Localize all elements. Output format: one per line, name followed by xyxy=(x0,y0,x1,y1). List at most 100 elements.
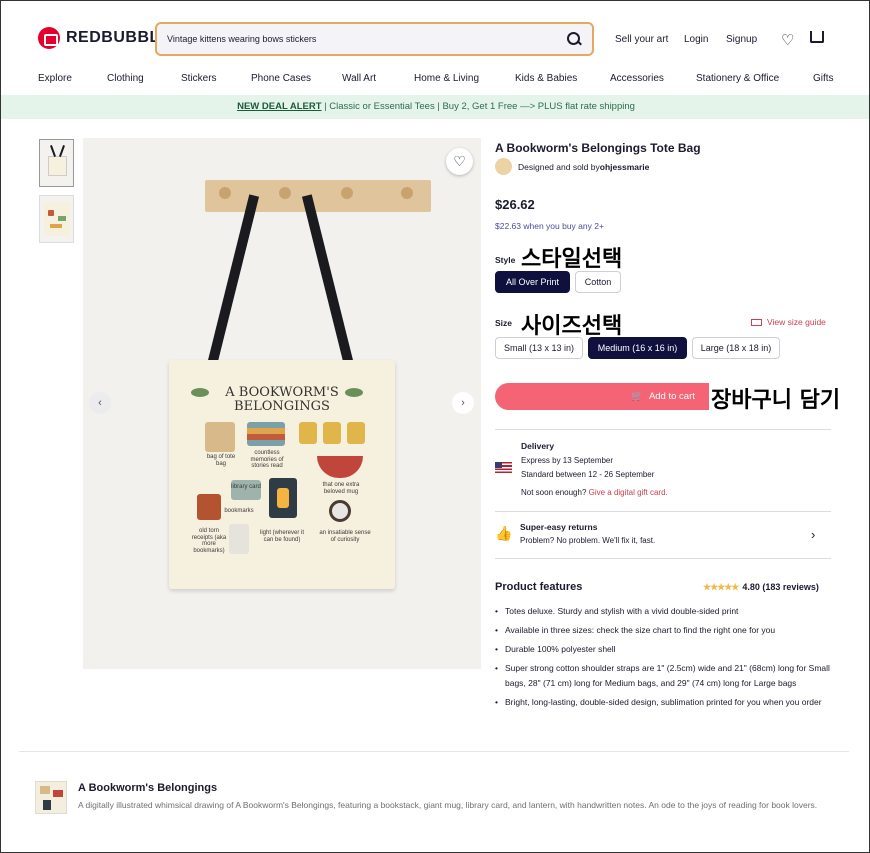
features-title: Product features xyxy=(495,581,583,593)
delivery-express: Express by 13 September xyxy=(521,456,614,465)
search-icon[interactable] xyxy=(566,31,582,47)
rating[interactable]: ★★★★★ 4.80 (183 reviews) xyxy=(703,582,819,593)
style-annotation: 스타일선택 xyxy=(521,247,623,272)
label-bag: bag of tote bag xyxy=(206,454,236,467)
style-option-cotton[interactable]: Cotton xyxy=(575,271,621,293)
size-option-small[interactable]: Small (13 x 13 in) xyxy=(495,337,583,359)
nav-phone-cases[interactable]: Phone Cases xyxy=(251,73,311,84)
size-option-large[interactable]: Large (18 x 18 in) xyxy=(692,337,780,359)
magnifier-icon xyxy=(329,500,351,522)
size-label: Size xyxy=(495,318,513,328)
seller-name[interactable]: ohjessmarie xyxy=(600,162,650,172)
design-title[interactable]: A Bookworm's Belongings xyxy=(78,782,217,794)
label-library: library card xyxy=(231,484,261,490)
feature-item: Totes deluxe. Sturdy and stylish with a … xyxy=(495,604,835,619)
mug-icon xyxy=(317,456,363,478)
label-curiosity: an insatiable sense of curiosity xyxy=(319,530,371,543)
size-option-medium[interactable]: Medium (16 x 16 in) xyxy=(588,337,687,359)
price: $26.62 xyxy=(495,197,535,212)
nav-gifts[interactable]: Gifts xyxy=(813,73,834,84)
chevron-right-icon[interactable]: › xyxy=(811,527,815,542)
jar-icon xyxy=(347,422,365,444)
jar-icon xyxy=(299,422,317,444)
tote-bag-icon xyxy=(205,422,235,452)
seller-avatar[interactable] xyxy=(495,158,512,175)
category-nav: Explore Clothing Stickers Phone Cases Wa… xyxy=(1,73,869,91)
delivery-not-soon: Not soon enough? xyxy=(521,488,589,497)
divider xyxy=(495,511,831,512)
product-title: A Bookworm's Belongings Tote Bag xyxy=(495,141,701,155)
divider xyxy=(495,429,831,430)
thumbnail-tote[interactable] xyxy=(39,139,74,187)
thumbnail-list xyxy=(39,139,74,251)
size-guide-link[interactable]: View size guide xyxy=(751,317,826,327)
bag-strap xyxy=(301,194,355,367)
label-memories: countless memories of stories read xyxy=(250,450,284,469)
artwork-title-line2: BELONGINGS xyxy=(234,399,330,414)
deal-banner: NEW DEAL ALERT | Classic or Essential Te… xyxy=(1,95,869,119)
sell-your-art-link[interactable]: Sell your art xyxy=(615,34,668,45)
tote-bag: A BOOKWORM'S BELONGINGS bag of tote bag … xyxy=(169,360,395,589)
label-mug: that one extra beloved mug xyxy=(322,482,360,495)
search-input[interactable] xyxy=(167,34,566,44)
feature-item: Super strong cotton shoulder straps are … xyxy=(495,661,835,691)
section-divider xyxy=(19,751,849,752)
returns-title: Super-easy returns xyxy=(520,522,598,532)
delivery-standard: Standard between 12 - 26 September xyxy=(521,470,655,479)
design-thumbnail[interactable] xyxy=(35,781,67,814)
gift-card-link[interactable]: Give a digital gift card. xyxy=(589,488,668,497)
nav-stickers[interactable]: Stickers xyxy=(181,73,217,84)
rack-peg xyxy=(219,187,231,199)
favorite-heart-icon[interactable]: ♡ xyxy=(446,148,473,175)
bag-strap xyxy=(206,194,260,367)
style-option-all-over-print[interactable]: All Over Print xyxy=(495,271,570,293)
bulk-price: $22.63 when you buy any 2+ xyxy=(495,221,604,231)
nav-kids-babies[interactable]: Kids & Babies xyxy=(515,73,577,84)
seller-info: Designed and sold by ohjessmarie xyxy=(495,158,649,175)
receipt-icon xyxy=(229,524,249,554)
feature-item: Durable 100% polyester shell xyxy=(495,642,835,657)
label-receipts: old torn receipts (aka more bookmarks) xyxy=(191,528,227,554)
rack-peg xyxy=(401,187,413,199)
features-list: Totes deluxe. Sturdy and stylish with a … xyxy=(495,604,835,714)
returns-info[interactable]: Super-easy returns Problem? No problem. … xyxy=(520,522,655,545)
book-stack-icon xyxy=(247,422,285,446)
feature-item: Available in three sizes: check the size… xyxy=(495,623,835,638)
logo[interactable]: REDBUBBLE xyxy=(38,27,171,49)
nav-clothing[interactable]: Clothing xyxy=(107,73,144,84)
search-bar[interactable] xyxy=(155,22,594,56)
nav-home-living[interactable]: Home & Living xyxy=(414,73,479,84)
thumbnail-design[interactable] xyxy=(39,195,74,243)
next-image-arrow-icon[interactable]: › xyxy=(452,392,474,414)
nav-stationery-office[interactable]: Stationery & Office xyxy=(696,73,779,84)
product-image: ♡ ‹ › A BOOKWORM'S BELONGINGS bag of tot… xyxy=(83,138,481,669)
signup-link[interactable]: Signup xyxy=(726,34,757,45)
seller-prefix: Designed and sold by xyxy=(518,161,600,172)
nav-accessories[interactable]: Accessories xyxy=(610,73,664,84)
deal-text: | Classic or Essential Tees | Buy 2, Get… xyxy=(321,101,635,112)
cart-icon[interactable] xyxy=(810,31,824,43)
delivery-title: Delivery xyxy=(521,441,555,451)
thumbs-up-icon: 👍 xyxy=(495,525,513,541)
feature-item: Bright, long-lasting, double-sided desig… xyxy=(495,695,835,710)
nav-wall-art[interactable]: Wall Art xyxy=(342,73,376,84)
nav-explore[interactable]: Explore xyxy=(38,73,72,84)
bookmark-icon xyxy=(197,494,221,520)
us-flag-icon xyxy=(495,462,512,473)
wooden-rack xyxy=(205,180,431,212)
returns-text: Problem? No problem. We'll fix it, fast. xyxy=(520,536,656,545)
design-description: A digitally illustrated whimsical drawin… xyxy=(78,800,818,810)
star-rating-icon: ★★★★★ xyxy=(703,582,739,592)
cart-plus-icon: 🛒 xyxy=(631,391,643,402)
size-annotation: 사이즈선택 xyxy=(521,314,623,339)
divider xyxy=(495,558,831,559)
prev-image-arrow-icon[interactable]: ‹ xyxy=(89,392,111,414)
rack-peg xyxy=(279,187,291,199)
login-link[interactable]: Login xyxy=(684,34,708,45)
heart-icon[interactable]: ♡ xyxy=(781,31,794,49)
lantern-flame-icon xyxy=(277,488,289,508)
deal-link[interactable]: NEW DEAL ALERT xyxy=(237,101,321,112)
style-label: Style xyxy=(495,255,516,265)
redbubble-logo-icon xyxy=(38,27,60,49)
cart-annotation: 장바구니 담기 xyxy=(709,382,843,414)
